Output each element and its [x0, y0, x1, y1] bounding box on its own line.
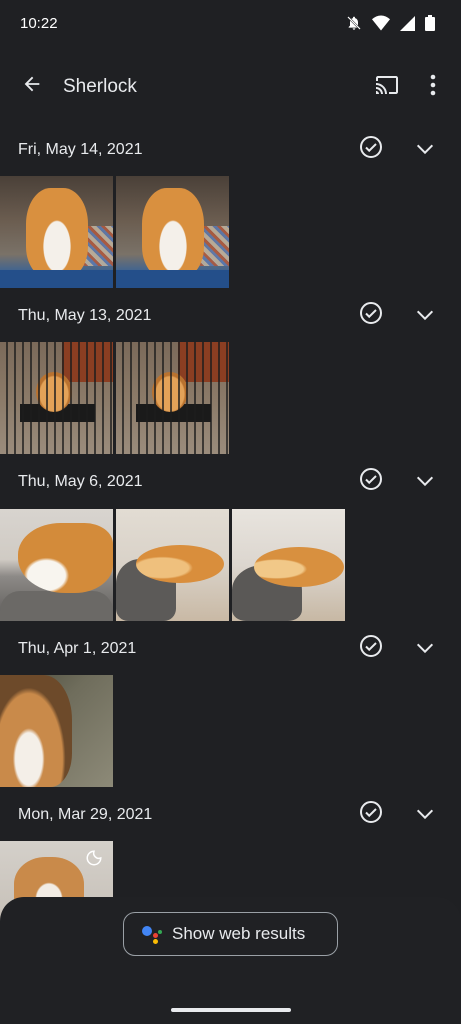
page-title: Sherlock [63, 76, 137, 97]
date-group-header: Thu, May 13, 2021 [0, 300, 461, 334]
collapse-group-button[interactable] [412, 637, 438, 663]
show-web-results-label: Show web results [172, 924, 306, 943]
wifi-icon [372, 15, 390, 31]
google-assistant-icon [142, 924, 162, 944]
more-options-button[interactable] [420, 72, 446, 102]
check-circle-icon [359, 301, 383, 330]
status-icons [346, 15, 435, 31]
date-group-header: Thu, May 6, 2021 [0, 466, 461, 500]
group-date: Mon, Mar 29, 2021 [18, 806, 153, 823]
collapse-group-button[interactable] [412, 304, 438, 330]
more-vert-icon [430, 74, 436, 101]
photo-thumbnail[interactable] [116, 342, 229, 454]
select-group-button[interactable] [358, 467, 384, 496]
select-group-button[interactable] [358, 634, 384, 663]
select-group-button[interactable] [358, 135, 384, 164]
back-arrow-icon [21, 73, 43, 100]
select-group-button[interactable] [358, 800, 384, 829]
photo-thumbnail[interactable] [0, 176, 113, 288]
select-group-button[interactable] [358, 301, 384, 330]
cast-button[interactable] [372, 72, 402, 102]
group-date: Thu, Apr 1, 2021 [18, 640, 137, 657]
date-group-header: Thu, Apr 1, 2021 [0, 633, 461, 667]
home-indicator[interactable] [171, 1008, 291, 1012]
collapse-group-button[interactable] [412, 470, 438, 496]
battery-icon [425, 15, 435, 31]
status-time: 10:22 [20, 15, 58, 32]
photo-thumbnail[interactable] [116, 176, 229, 288]
photo-row [0, 509, 345, 621]
photo-thumbnail[interactable] [0, 509, 113, 621]
check-circle-icon [359, 135, 383, 164]
photo-thumbnail[interactable] [232, 509, 345, 621]
chevron-down-icon [414, 470, 436, 497]
do-not-disturb-icon [346, 15, 362, 31]
check-circle-icon [359, 634, 383, 663]
group-date: Fri, May 14, 2021 [18, 141, 143, 158]
chevron-down-icon [414, 138, 436, 165]
app-bar: Sherlock [0, 62, 461, 112]
collapse-group-button[interactable] [412, 138, 438, 164]
show-web-results-button[interactable]: Show web results [123, 912, 338, 956]
photo-row [0, 342, 229, 454]
chevron-down-icon [414, 304, 436, 331]
date-group-header: Fri, May 14, 2021 [0, 134, 461, 168]
group-date: Thu, May 6, 2021 [18, 473, 143, 490]
back-button[interactable] [18, 72, 46, 100]
chevron-down-icon [414, 803, 436, 830]
cast-icon [373, 73, 401, 102]
date-group-header: Mon, Mar 29, 2021 [0, 799, 461, 833]
check-circle-icon [359, 800, 383, 829]
chevron-down-icon [414, 637, 436, 664]
photo-row [0, 675, 113, 787]
photo-row [0, 176, 229, 288]
photo-thumbnail[interactable] [0, 675, 113, 787]
group-date: Thu, May 13, 2021 [18, 307, 152, 324]
moon-icon [85, 849, 103, 872]
photo-thumbnail[interactable] [116, 509, 229, 621]
photo-thumbnail[interactable] [0, 342, 113, 454]
signal-icon [400, 15, 415, 31]
status-bar: 10:22 [0, 0, 461, 50]
check-circle-icon [359, 467, 383, 496]
collapse-group-button[interactable] [412, 803, 438, 829]
bottom-sheet: Show web results [0, 897, 461, 1024]
